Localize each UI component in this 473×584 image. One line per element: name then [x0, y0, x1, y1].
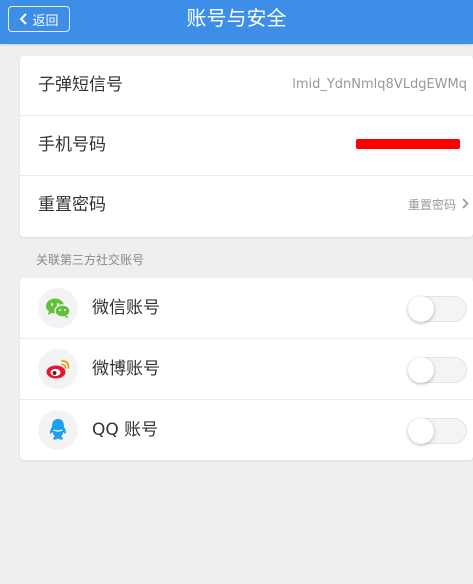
- weibo-toggle[interactable]: [408, 357, 467, 383]
- phone-redaction-bar: [356, 139, 460, 149]
- reset-password-value: 重置密码: [408, 176, 469, 234]
- nav-bar: 返回 账号与安全: [0, 0, 473, 44]
- row-weibo: 微博账号: [20, 339, 473, 400]
- account-card: 子弹短信号 lmid_YdnNmlq8VLdgEWMq 手机号码 重置密码 重置…: [20, 56, 473, 237]
- chevron-right-icon: [462, 176, 469, 234]
- toggle-knob: [408, 357, 434, 383]
- toggle-knob: [408, 418, 434, 444]
- row-reset-password[interactable]: 重置密码 重置密码: [20, 176, 473, 236]
- row-label: 子弹短信号: [38, 75, 123, 95]
- social-section-caption: 关联第三方社交账号: [36, 253, 145, 267]
- social-label: 微信账号: [92, 298, 160, 318]
- social-accounts-card: 微信账号 微博账号 QQ 账号: [20, 278, 473, 460]
- reset-password-hint: 重置密码: [407, 198, 456, 212]
- page-title: 账号与安全: [186, 6, 287, 30]
- row-qq: QQ 账号: [20, 400, 473, 460]
- wechat-toggle[interactable]: [408, 296, 467, 322]
- row-bullet-id[interactable]: 子弹短信号 lmid_YdnNmlq8VLdgEWMq: [20, 56, 473, 116]
- social-label: QQ 账号: [92, 420, 159, 440]
- row-label: 手机号码: [38, 135, 106, 155]
- qq-toggle[interactable]: [408, 418, 467, 444]
- qq-icon: [38, 410, 78, 450]
- row-wechat: 微信账号: [20, 278, 473, 339]
- wechat-icon: [38, 288, 78, 328]
- bullet-id-value: lmid_YdnNmlq8VLdgEWMq: [292, 77, 467, 92]
- row-phone-number[interactable]: 手机号码: [20, 116, 473, 176]
- weibo-icon: [38, 349, 78, 389]
- row-label: 重置密码: [38, 195, 106, 215]
- social-label: 微博账号: [92, 359, 160, 379]
- toggle-knob: [408, 296, 434, 322]
